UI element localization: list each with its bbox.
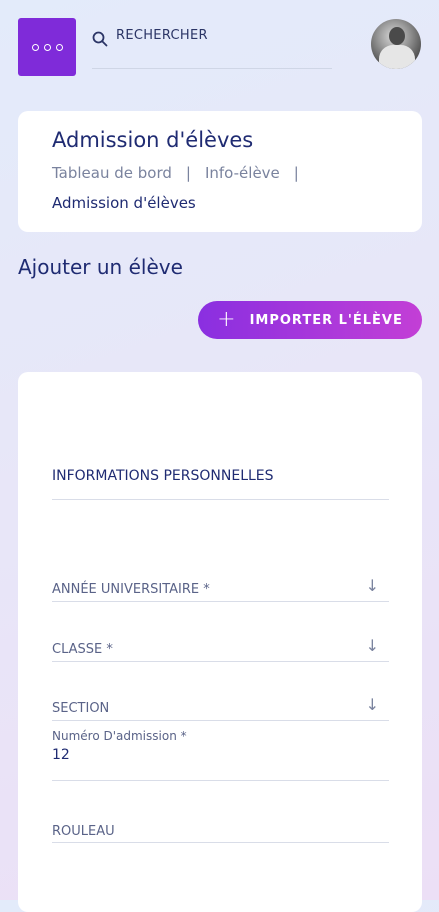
class-label: CLASSE * bbox=[52, 642, 113, 657]
import-button-label: IMPORTER L'ÉLÈVE bbox=[249, 312, 403, 328]
menu-dot bbox=[31, 43, 39, 51]
avatar-head bbox=[389, 27, 405, 45]
academic-year-select[interactable]: ANNÉE UNIVERSITAIRE * ↓ bbox=[52, 576, 389, 602]
search-icon bbox=[92, 31, 108, 47]
avatar[interactable] bbox=[371, 19, 421, 69]
section-label: SECTION bbox=[52, 701, 110, 716]
arrow-down-icon: ↓ bbox=[365, 636, 379, 655]
class-select[interactable]: CLASSE * ↓ bbox=[52, 636, 389, 662]
rouleau-field[interactable]: ROULEAU bbox=[52, 820, 389, 843]
academic-year-label: ANNÉE UNIVERSITAIRE * bbox=[52, 582, 210, 597]
breadcrumb: Tableau de bord | Info-élève | bbox=[52, 164, 299, 182]
page-header-card: Admission d'élèves Tableau de bord | Inf… bbox=[18, 111, 422, 232]
student-form-card: INFORMATIONS PERSONNELLES ANNÉE UNIVERSI… bbox=[18, 372, 422, 912]
arrow-down-icon: ↓ bbox=[365, 576, 379, 595]
section-divider bbox=[52, 499, 389, 500]
import-student-button[interactable]: + IMPORTER L'ÉLÈVE bbox=[198, 301, 422, 339]
plus-icon: + bbox=[217, 307, 236, 332]
section-title: Ajouter un élève bbox=[18, 255, 183, 279]
menu-button[interactable] bbox=[18, 18, 76, 76]
breadcrumb-current: Admission d'élèves bbox=[52, 194, 196, 212]
menu-dot bbox=[43, 43, 51, 51]
form-section-heading: INFORMATIONS PERSONNELLES bbox=[52, 468, 274, 484]
section-select[interactable]: SECTION ↓ bbox=[52, 695, 389, 721]
avatar-torso bbox=[379, 45, 415, 69]
breadcrumb-student-info[interactable]: Info-élève bbox=[205, 164, 280, 182]
search-label: RECHERCHER bbox=[116, 28, 208, 43]
page-title: Admission d'élèves bbox=[52, 128, 254, 152]
breadcrumb-dashboard[interactable]: Tableau de bord bbox=[52, 164, 172, 182]
admission-number-field[interactable] bbox=[52, 724, 389, 781]
arrow-down-icon: ↓ bbox=[365, 695, 379, 714]
breadcrumb-separator: | bbox=[293, 164, 299, 182]
search-field[interactable]: RECHERCHER bbox=[92, 28, 332, 69]
breadcrumb-separator: | bbox=[185, 164, 191, 182]
rouleau-label: ROULEAU bbox=[52, 824, 115, 839]
menu-dot bbox=[55, 43, 63, 51]
